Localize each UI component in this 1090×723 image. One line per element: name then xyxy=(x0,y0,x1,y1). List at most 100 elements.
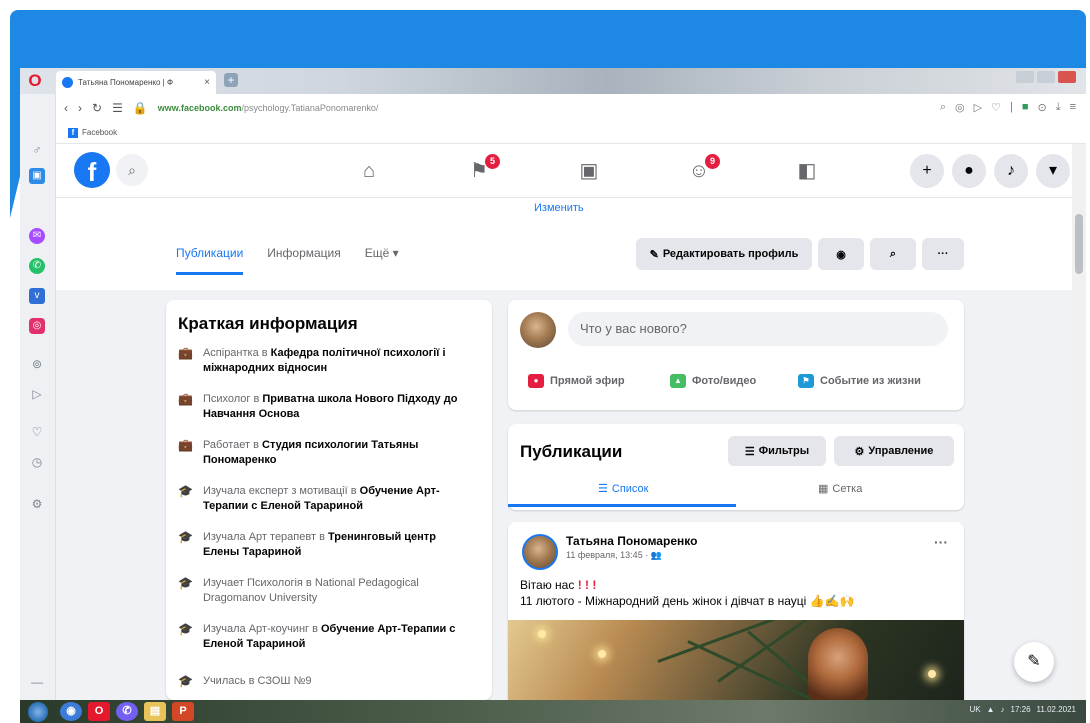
vpn-icon[interactable]: ⊙ xyxy=(1037,101,1046,114)
life-event-label: Событие из жизни xyxy=(820,375,921,387)
post-timestamp[interactable]: 11 февраля, 13:45 · 👥 xyxy=(566,550,662,561)
tab-close-icon[interactable]: × xyxy=(204,77,210,88)
vk-icon[interactable]: v xyxy=(29,288,45,304)
groups-icon[interactable]: ☺ 9 xyxy=(684,154,720,186)
view-as-button[interactable]: ◉ xyxy=(818,238,864,270)
new-message-button[interactable]: ✎ xyxy=(1014,642,1054,682)
search-icon[interactable]: ⌕ xyxy=(116,154,148,186)
powerpoint-taskbar-icon[interactable]: P xyxy=(172,702,194,721)
tab-publications[interactable]: Публикации xyxy=(176,246,244,275)
create-plus-button[interactable]: + xyxy=(910,154,944,188)
facebook-logo[interactable]: f xyxy=(74,152,110,188)
search-icon[interactable]: ⌕ xyxy=(940,101,946,114)
avatar[interactable] xyxy=(520,312,556,348)
whatsapp-icon[interactable]: ✆ xyxy=(29,258,45,274)
intro-item-prefix: Изучает Психологія в xyxy=(202,577,315,589)
bookmark-facebook[interactable]: Facebook xyxy=(82,128,117,137)
manage-posts-button[interactable]: ⚙ Управление xyxy=(834,436,954,466)
intro-item-prefix: Работает в xyxy=(202,439,262,451)
messenger-icon[interactable]: ✉ xyxy=(29,228,45,244)
page-scrollbar[interactable] xyxy=(1072,144,1086,700)
clock-icon[interactable]: ◷ xyxy=(29,454,45,470)
watch-icon[interactable]: ▣ xyxy=(574,156,604,186)
change-cover-link[interactable]: Изменить xyxy=(534,202,584,214)
scroll-thumb[interactable] xyxy=(1075,214,1083,274)
settings-icon[interactable]: ⚙ xyxy=(29,496,45,512)
briefcase-icon: 💼 xyxy=(178,346,193,360)
messenger-button[interactable]: ● xyxy=(952,154,986,188)
edit-profile-button[interactable]: ✎ Редактировать профиль xyxy=(636,238,812,270)
player-icon[interactable]: ▷ xyxy=(29,386,45,402)
post-text-line-2: 11 лютого - Міжнародний день жінок і дів… xyxy=(520,594,855,608)
photo-video-label: Фото/видео xyxy=(692,375,757,387)
gaming-icon[interactable]: ◧ xyxy=(792,156,822,186)
close-window-button[interactable] xyxy=(1058,71,1076,83)
start-button[interactable] xyxy=(28,702,48,722)
browser-window: O Татьяна Пономаренко | Ф × + ‹ › ↻ ☰ 🔒 … xyxy=(20,68,1086,700)
sidebar-more-icon[interactable]: — xyxy=(29,674,45,690)
intro-item: 💼 Работает в Студия психологии Татьяны По… xyxy=(178,438,468,468)
tabs-grid-icon[interactable]: ☰ xyxy=(112,101,123,115)
intro-item: 🎓 Изучала експерт з мотивації в Обучение … xyxy=(178,484,468,514)
live-video-button[interactable]: ● Прямой эфир xyxy=(528,374,625,388)
slide-header-band xyxy=(10,10,1086,68)
post-menu-button[interactable]: ··· xyxy=(934,534,948,550)
language-indicator[interactable]: UK xyxy=(969,705,980,714)
intro-item-prefix: Аспірантка в xyxy=(202,347,271,359)
explorer-taskbar-icon[interactable]: ▤ xyxy=(144,702,166,721)
publications-card: Публикации ☰ Фильтры ⚙ Управление ☰ Список … xyxy=(508,424,964,510)
intro-card: Краткая информация 💼 Аспірантка в Кафедра… xyxy=(166,300,492,700)
post-author-avatar[interactable] xyxy=(522,534,558,570)
home-icon[interactable]: ⌂ xyxy=(354,156,384,186)
send-icon[interactable]: ▷ xyxy=(974,101,982,114)
maximize-button[interactable] xyxy=(1037,71,1055,83)
whats-new-input[interactable]: Что у вас нового? xyxy=(568,312,948,346)
new-tab-button[interactable]: + xyxy=(224,73,238,87)
pages-flag-icon[interactable]: ⚑ 5 xyxy=(464,154,500,186)
flag-icon: ⚑ xyxy=(798,374,814,388)
favorites-icon[interactable]: ♡ xyxy=(29,424,45,440)
opera-sidebar: ♂ ▣ ✉ ✆ v ◎ ⊚ ▷ ♡ ◷ ⚙ — xyxy=(20,94,56,700)
account-menu-button[interactable]: ▾ xyxy=(1036,154,1070,188)
profile-header: Изменить Публикации Информация Ещё ▾ ✎ Ре… xyxy=(56,198,1086,290)
camera-icon[interactable]: ◎ xyxy=(955,101,965,114)
tab-more[interactable]: Ещё ▾ xyxy=(365,246,399,275)
filters-button[interactable]: ☰ Фильтры xyxy=(728,436,826,466)
opera-home-icon[interactable]: ♂ xyxy=(29,142,45,158)
post-photo[interactable] xyxy=(508,620,964,700)
tab-list-view[interactable]: ☰ Список xyxy=(598,482,648,496)
heart-icon[interactable]: ♡ xyxy=(991,101,1001,114)
profile-more-button[interactable]: ··· xyxy=(922,238,964,270)
menu-icon[interactable]: ≡ xyxy=(1070,101,1076,114)
date: 11.02.2021 xyxy=(1036,705,1076,714)
live-video-icon: ● xyxy=(528,374,544,388)
notifications-bell-button[interactable]: ♪ xyxy=(994,154,1028,188)
clock[interactable]: 17:26 xyxy=(1011,705,1031,714)
tab-information[interactable]: Информация xyxy=(267,246,340,275)
life-event-button[interactable]: ⚑ Событие из жизни xyxy=(798,374,921,388)
opera-logo-icon[interactable]: O xyxy=(26,72,44,90)
list-icon: ☰ xyxy=(598,483,608,495)
profile-search-button[interactable]: ⌕ xyxy=(870,238,916,270)
intro-item-prefix[interactable]: Училась в СЗОШ №9 xyxy=(203,674,312,689)
speed-dial-icon[interactable]: ▣ xyxy=(29,168,45,184)
reload-icon[interactable]: ↻ xyxy=(92,101,102,115)
chrome-taskbar-icon[interactable]: ◉ xyxy=(60,702,82,721)
tab-grid-view[interactable]: ▦ Сетка xyxy=(818,482,862,496)
url-field[interactable]: www.facebook.com/psychology.TatianaPonom… xyxy=(158,103,379,113)
download-icon[interactable]: ⤓ xyxy=(1056,101,1061,114)
network-icon[interactable]: ▲ xyxy=(987,705,995,714)
opera-taskbar-icon[interactable]: O xyxy=(88,702,110,721)
photo-video-button[interactable]: ▲ Фото/видео xyxy=(670,374,756,388)
viber-taskbar-icon[interactable]: ✆ xyxy=(116,702,138,721)
minimize-button[interactable] xyxy=(1016,71,1034,83)
volume-icon[interactable]: ♪ xyxy=(1001,705,1005,714)
history-icon[interactable]: ⊚ xyxy=(29,356,45,372)
post-card: Татьяна Пономаренко 11 февраля, 13:45 · … xyxy=(508,522,964,700)
post-author-name[interactable]: Татьяна Пономаренко xyxy=(566,534,697,548)
browser-tab[interactable]: Татьяна Пономаренко | Ф × xyxy=(56,71,216,94)
forward-icon[interactable]: › xyxy=(78,101,82,115)
extension-icon[interactable]: ■ xyxy=(1022,101,1029,114)
instagram-icon[interactable]: ◎ xyxy=(29,318,45,334)
back-icon[interactable]: ‹ xyxy=(64,101,68,115)
